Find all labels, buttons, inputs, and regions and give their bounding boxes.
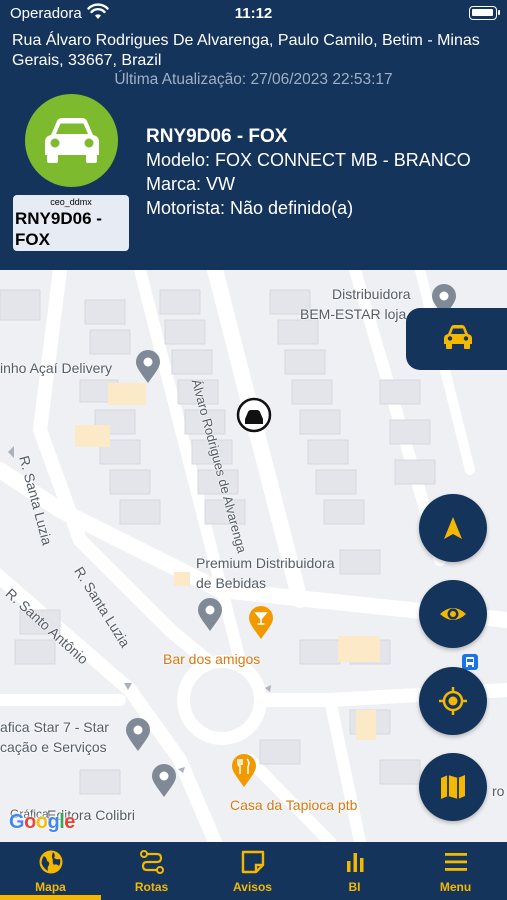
clock: 11:12: [234, 5, 273, 22]
car-icon: [45, 118, 99, 163]
poi-label: ro: [492, 783, 505, 799]
tab-rotas[interactable]: Rotas: [101, 842, 202, 900]
active-tab-indicator: [0, 895, 101, 900]
vehicle-driver: Motorista: Não definido(a): [146, 198, 354, 218]
tab-label: Rotas: [134, 880, 169, 894]
tab-label: Avisos: [233, 880, 272, 894]
poi-label: Distribuidora: [332, 286, 411, 302]
license-plate: ceo_ddmx RNY9D06 - FOX: [13, 195, 129, 251]
restaurant-pin-icon[interactable]: [230, 754, 258, 788]
eye-icon: [440, 608, 466, 620]
bus-stop-icon[interactable]: [462, 654, 478, 670]
visibility-button[interactable]: [419, 580, 487, 648]
poi-label: cação e Serviços: [0, 739, 107, 755]
navigation-button[interactable]: [419, 494, 487, 562]
navigation-arrow-icon: [444, 517, 462, 539]
vehicle-model: Modelo: FOX CONNECT MB - BRANCO: [146, 150, 471, 170]
vehicle-brand: Marca: VW: [146, 174, 236, 194]
car-icon: [444, 325, 472, 349]
bottom-navigation: Mapa Rotas Avisos BI Menu: [0, 842, 507, 900]
note-icon: [241, 850, 265, 874]
poi-label: de Bebidas: [196, 575, 267, 591]
google-logo: Google: [9, 811, 75, 833]
tab-avisos[interactable]: Avisos: [202, 842, 303, 900]
tab-label: Mapa: [35, 880, 66, 894]
tab-bi[interactable]: BI: [304, 842, 405, 900]
poi-label: Premium Distribuidora: [196, 555, 335, 571]
map-pin-icon[interactable]: [196, 598, 224, 632]
folded-map-icon: [441, 775, 465, 799]
poi-label: Bar dos amigos: [163, 651, 261, 667]
battery-icon: [469, 6, 500, 20]
status-bar: Operadora 11:12: [0, 0, 507, 28]
last-update-label: Última Atualização: 27/06/2023 22:53:17: [114, 71, 393, 88]
vehicle-tab-button[interactable]: [406, 308, 507, 370]
vehicle-status-avatar[interactable]: [25, 94, 118, 187]
plate-text: RNY9D06 - FOX: [15, 209, 102, 249]
my-location-button[interactable]: [419, 667, 487, 735]
bar-pin-icon[interactable]: [247, 606, 275, 640]
map-type-button[interactable]: [419, 753, 487, 821]
crosshair-icon: [439, 687, 467, 715]
vehicle-header: Operadora 11:12 Rua Álvaro Rodrigues De …: [0, 0, 507, 270]
tab-label: Menu: [439, 880, 472, 894]
route-icon: [140, 850, 164, 874]
map-pin-icon[interactable]: [134, 350, 162, 384]
map-pin-icon[interactable]: [124, 718, 152, 752]
poi-label: afica Star 7 - Star: [0, 719, 109, 735]
bar-chart-icon: [347, 853, 364, 872]
tab-label: BI: [348, 880, 361, 894]
menu-icon: [445, 853, 467, 871]
globe-icon: [39, 850, 63, 874]
plate-user: ceo_ddmx: [50, 197, 92, 207]
vehicle-address: Rua Álvaro Rodrigues De Alvarenga, Paulo…: [12, 32, 480, 69]
tab-menu[interactable]: Menu: [405, 842, 506, 900]
map-pin-icon[interactable]: [150, 764, 178, 798]
vehicle-title: RNY9D06 - FOX: [146, 126, 288, 147]
poi-label: inho Açaí Delivery: [0, 360, 113, 376]
tab-mapa[interactable]: Mapa: [0, 842, 101, 900]
poi-label: Casa da Tapioca ptb: [230, 797, 358, 813]
